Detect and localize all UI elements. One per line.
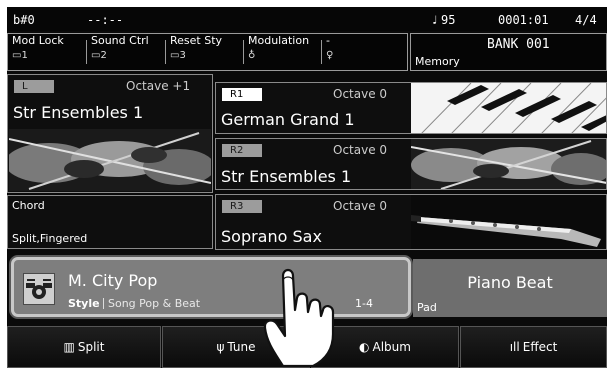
chord-label: Chord	[12, 199, 45, 212]
assign-empty[interactable]: - ♀	[322, 34, 333, 70]
divider	[103, 298, 104, 309]
voice-left-name: Str Ensembles 1	[13, 103, 144, 122]
voice-r1-panel[interactable]: R1 Octave 0 German Grand 1	[215, 82, 607, 134]
voice-left-octave: Octave +1	[126, 79, 191, 93]
assign-label: Sound Ctrl	[91, 34, 149, 47]
assign-value: 1	[21, 50, 28, 61]
keyboard-icon: ▥	[63, 340, 75, 354]
voice-tag-r3: R3	[222, 200, 262, 213]
voice-tag-r1: R1	[222, 88, 262, 101]
voice-r3-name: Soprano Sax	[221, 227, 322, 246]
voice-r3-octave: Octave 0	[333, 199, 388, 213]
voice-r1-octave: Octave 0	[333, 87, 388, 101]
tab-label: Album	[372, 340, 411, 354]
album-disc-icon: ◐	[359, 340, 370, 354]
memory-bank: BANK 001	[487, 37, 550, 52]
pedal-icon: ♀	[326, 50, 334, 61]
pad-panel[interactable]: Piano Beat Pad	[413, 259, 607, 317]
memory-panel[interactable]: BANK 001 Memory	[410, 33, 607, 71]
assign-label: Reset Sty	[170, 34, 223, 47]
pad-name: Piano Beat	[467, 273, 553, 292]
pad-label: Pad	[417, 301, 437, 314]
voice-r2-panel[interactable]: R2 Octave 0 Str Ensembles 1	[215, 138, 607, 190]
time-signature-display: 4/4	[575, 13, 597, 27]
drum-kit-icon	[23, 273, 55, 305]
chord-mode: Split,Fingered	[12, 232, 88, 245]
tab-split[interactable]: ▥ Split	[7, 326, 161, 368]
tab-effect[interactable]: ıll Effect	[460, 326, 607, 368]
assign-reset-sty[interactable]: Reset Sty ▭3	[166, 34, 222, 70]
voice-r3-panel[interactable]: R3 Octave 0 Soprano Sax	[215, 194, 607, 250]
pointing-hand-icon	[263, 268, 335, 368]
pedal-icon: ♁	[248, 50, 256, 61]
voice-tag-r2: R2	[222, 144, 262, 157]
assign-label: Mod Lock	[12, 34, 64, 47]
tab-label: Tune	[227, 340, 256, 354]
assign-sound-ctrl[interactable]: Sound Ctrl ▭2	[87, 34, 149, 70]
assign-label: Modulation	[248, 34, 310, 47]
assign-modulation[interactable]: Modulation ♁	[244, 34, 309, 70]
tab-label: Split	[77, 340, 105, 354]
tempo-note-icon: ♩	[431, 13, 439, 27]
style-range: 1-4	[355, 297, 373, 310]
strings-photo	[9, 129, 211, 191]
voice-tag-left: L	[14, 80, 54, 93]
voice-r1-name: German Grand 1	[221, 110, 355, 129]
assignable-buttons: Mod Lock ▭1 Sound Ctrl ▭2 Reset Sty ▭3 M…	[7, 33, 408, 71]
tempo-display: 95	[441, 13, 456, 27]
tab-label: Effect	[522, 340, 558, 354]
assign-value: 2	[100, 50, 107, 61]
strings-photo	[411, 139, 606, 189]
style-category: Style	[68, 297, 100, 310]
assign-mod-lock[interactable]: Mod Lock ▭1	[8, 34, 64, 70]
piano-keys-photo	[411, 83, 606, 133]
assign-label: -	[326, 34, 330, 47]
voice-r2-name: Str Ensembles 1	[221, 167, 352, 186]
tuning-fork-icon: ψ	[216, 340, 225, 354]
key-display: b#0	[13, 13, 35, 27]
status-bar: b#0 --:-- ♩ 95 0001:01 4/4	[7, 7, 607, 31]
chord-display: --:--	[87, 13, 124, 27]
equalizer-bars-icon: ıll	[509, 340, 520, 354]
memory-label: Memory	[415, 55, 460, 68]
style-subcategory: Song Pop & Beat	[108, 297, 201, 310]
style-name: M. City Pop	[68, 271, 158, 290]
chord-panel[interactable]: Chord Split,Fingered	[7, 195, 213, 249]
saxophone-photo	[411, 195, 606, 249]
assign-value: 3	[179, 50, 186, 61]
measure-display: 0001:01	[498, 13, 549, 27]
voice-r2-octave: Octave 0	[333, 143, 388, 157]
voice-left-panel[interactable]: L Octave +1 Str Ensembles 1	[7, 74, 213, 193]
